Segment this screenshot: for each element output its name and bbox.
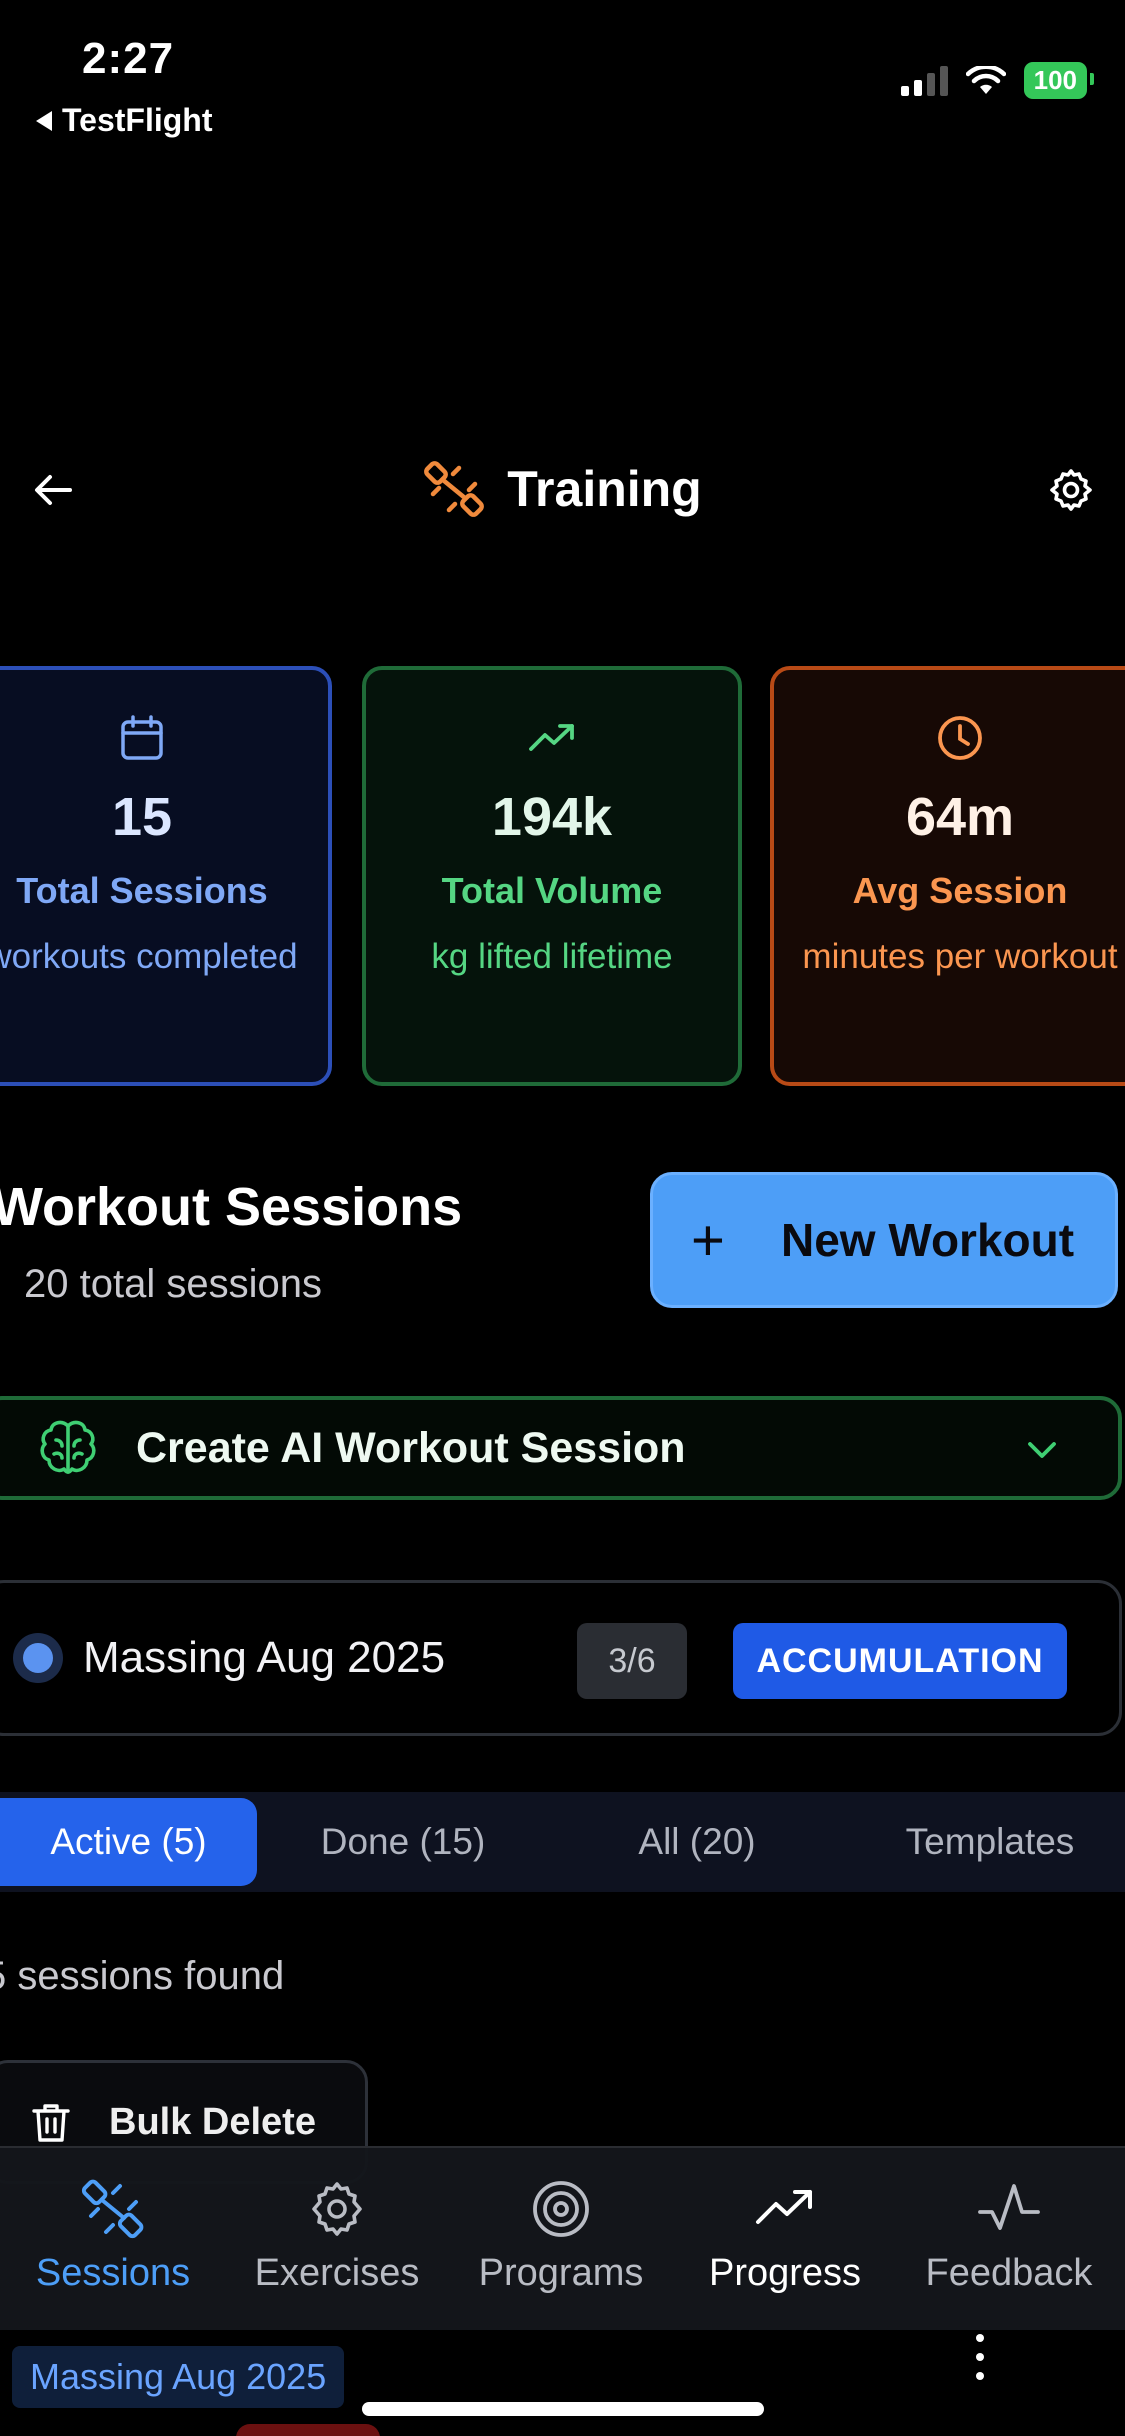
tab-active[interactable]: Active (5) bbox=[0, 1798, 257, 1886]
nav-label: Progress bbox=[708, 2252, 862, 2294]
tab-templates[interactable]: Templates bbox=[845, 1798, 1125, 1886]
stat-card-avg-session: 64m Avg Session minutes per workout bbox=[770, 666, 1125, 1086]
program-name: Massing Aug 2025 bbox=[83, 1633, 446, 1682]
stat-label: Total Sessions bbox=[16, 870, 268, 911]
status-time: 2:27 bbox=[82, 34, 175, 83]
back-app-label: TestFlight bbox=[62, 102, 213, 138]
nav-feedback[interactable]: Feedback bbox=[909, 2176, 1109, 2295]
bottom-tab-bar: Sessions Exercises Programs Progress Fee… bbox=[0, 2146, 1125, 2330]
target-icon bbox=[533, 2181, 589, 2237]
back-triangle-icon bbox=[36, 110, 52, 131]
stat-subtext: minutes per workout bbox=[802, 937, 1118, 976]
back-to-app-link[interactable]: TestFlight bbox=[36, 102, 213, 139]
sessions-heading: Workout Sessions bbox=[0, 1177, 463, 1237]
app-header: Training bbox=[0, 440, 1125, 540]
nav-label: Exercises bbox=[254, 2252, 420, 2294]
trash-icon bbox=[32, 2104, 70, 2142]
current-program-card[interactable]: Massing Aug 2025 3/6 ACCUMULATION bbox=[0, 1580, 1122, 1736]
settings-gear-icon[interactable] bbox=[1043, 462, 1099, 518]
sessions-count: 20 total sessions bbox=[24, 1262, 322, 1306]
gear-icon bbox=[312, 2182, 362, 2236]
nav-exercises[interactable]: Exercises bbox=[237, 2176, 437, 2295]
nav-label: Sessions bbox=[35, 2252, 191, 2294]
ai-workout-label: Create AI Workout Session bbox=[136, 1423, 686, 1472]
status-indicators: 100 bbox=[900, 62, 1095, 99]
stats-carousel[interactable]: 15 Total Sessions workouts completed 194… bbox=[0, 666, 1125, 1086]
chevron-down-icon bbox=[1028, 1442, 1056, 1458]
session-filter-tabs: Active (5) Done (15) All (20) Templates bbox=[0, 1792, 1125, 1892]
tab-done[interactable]: Done (15) bbox=[257, 1798, 549, 1886]
battery-indicator: 100 bbox=[1023, 62, 1095, 99]
nav-sessions[interactable]: Sessions bbox=[13, 2176, 213, 2295]
stat-value: 64m bbox=[905, 787, 1015, 847]
brain-icon bbox=[40, 1420, 96, 1474]
sessions-found-text: 5 sessions found bbox=[0, 1954, 285, 1998]
dumbbell-icon bbox=[424, 461, 485, 517]
stat-value: 15 bbox=[111, 787, 173, 847]
activity-icon bbox=[978, 2184, 1040, 2230]
tab-all[interactable]: All (20) bbox=[549, 1798, 845, 1886]
trending-up-icon bbox=[529, 724, 574, 751]
new-workout-label: New Workout bbox=[781, 1214, 1075, 1266]
nav-progress[interactable]: Progress bbox=[685, 2176, 885, 2295]
stat-card-total-volume: 194k Total Volume kg lifted lifetime bbox=[362, 666, 742, 1086]
partial-badge bbox=[236, 2424, 380, 2436]
stat-label: Total Volume bbox=[441, 870, 663, 911]
stat-card-total-sessions: 15 Total Sessions workouts completed bbox=[0, 666, 332, 1086]
dumbbell-icon bbox=[81, 2179, 144, 2239]
plus-icon: + bbox=[691, 1207, 725, 1273]
new-workout-button[interactable]: + New Workout bbox=[650, 1172, 1118, 1308]
program-phase-badge: 3/6 bbox=[577, 1623, 687, 1699]
bulk-delete-label: Bulk Delete bbox=[109, 2100, 316, 2143]
ai-workout-dropdown[interactable]: Create AI Workout Session bbox=[0, 1396, 1122, 1500]
program-block-badge: ACCUMULATION bbox=[733, 1623, 1067, 1699]
more-options-icon[interactable] bbox=[970, 2334, 990, 2380]
nav-programs[interactable]: Programs bbox=[461, 2176, 661, 2295]
nav-label: Programs bbox=[478, 2252, 644, 2294]
page-title: Training bbox=[507, 461, 702, 517]
program-status-dot bbox=[13, 1633, 63, 1683]
stat-label: Avg Session bbox=[852, 870, 1068, 911]
wifi-icon bbox=[965, 65, 1006, 94]
header-title-group: Training bbox=[0, 458, 1125, 520]
stat-subtext: workouts completed bbox=[0, 937, 298, 976]
calendar-icon bbox=[121, 715, 163, 760]
program-chip: Massing Aug 2025 bbox=[12, 2346, 345, 2408]
cellular-signal-icon bbox=[900, 65, 948, 96]
stat-subtext: kg lifted lifetime bbox=[431, 937, 673, 976]
home-indicator[interactable] bbox=[362, 2402, 764, 2416]
stat-value: 194k bbox=[491, 787, 613, 847]
trending-up-icon bbox=[756, 2190, 812, 2224]
clock-icon bbox=[938, 716, 982, 760]
nav-label: Feedback bbox=[925, 2252, 1093, 2294]
